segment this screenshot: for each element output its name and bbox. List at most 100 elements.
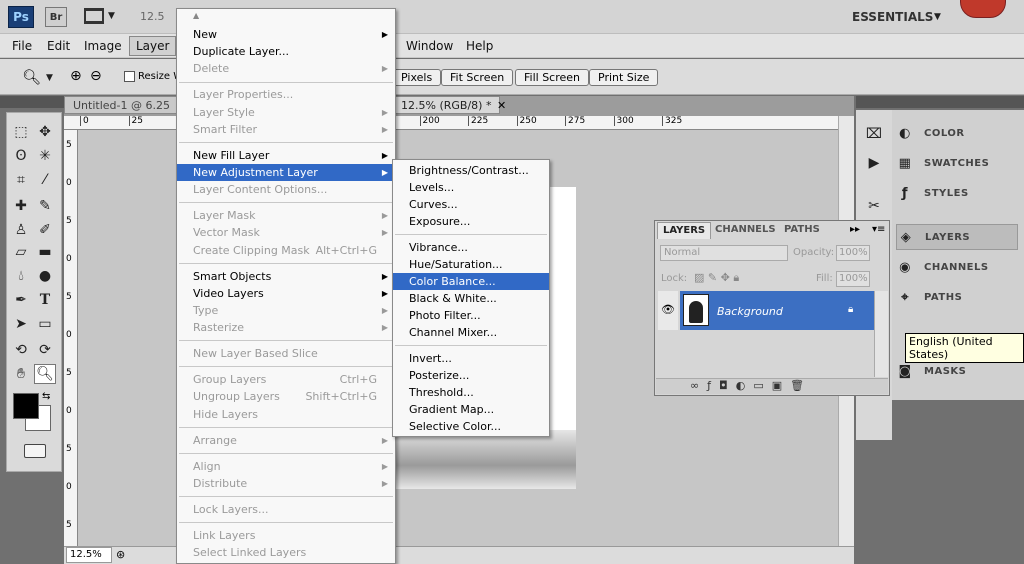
fill-screen-button[interactable]: Fill Screen <box>515 69 590 86</box>
scroll-up-icon[interactable]: ▲ <box>193 11 199 20</box>
fit-screen-button[interactable]: Fit Screen <box>441 69 514 86</box>
path-selection-icon[interactable]: ➤ <box>10 314 32 334</box>
tab-channels[interactable]: CHANNELS <box>710 222 781 239</box>
layer-thumbnail <box>683 294 709 326</box>
menu-item-label: Duplicate Layer... <box>193 45 290 59</box>
gradient-tool-icon[interactable]: ▬ <box>34 242 56 262</box>
layer-menu-item-video-layers[interactable]: Video Layers ▶ <box>177 285 395 302</box>
layer-menu-item-new[interactable]: New ▶ <box>177 26 395 43</box>
fill-field[interactable]: 100% <box>836 271 870 287</box>
blend-mode-select[interactable]: Normal <box>660 245 788 261</box>
quick-mask-button[interactable] <box>24 444 46 458</box>
adjust-menu-item-exposure[interactable]: Exposure... <box>393 213 549 230</box>
zoom-field[interactable]: 12.5% <box>66 547 112 563</box>
3d-rotate-icon[interactable]: ⟲ <box>10 340 32 360</box>
panel-paths[interactable]: ⌖ PATHS <box>896 284 1018 310</box>
adjust-menu-item-photo-filter[interactable]: Photo Filter... <box>393 307 549 324</box>
adjust-menu-item-posterize[interactable]: Posterize... <box>393 367 549 384</box>
panel-color[interactable]: ◐ COLOR <box>896 120 1018 146</box>
layer-menu-item-new-fill-layer[interactable]: New Fill Layer ▶ <box>177 147 395 164</box>
adjust-menu-item-curves[interactable]: Curves... <box>393 196 549 213</box>
foreground-color-swatch[interactable] <box>13 393 39 419</box>
menu-window[interactable]: Window <box>406 39 453 53</box>
zoom-in-icon[interactable]: ⊕ <box>70 68 82 84</box>
lock-icons[interactable]: ▨ ✎ ✥ 🔒︎ <box>694 271 739 285</box>
zoom-tool-icon[interactable]: 🔍︎ <box>34 364 56 384</box>
view-extras-icon[interactable] <box>84 8 104 24</box>
menu-edit[interactable]: Edit <box>47 39 70 53</box>
history-icon[interactable]: ⌧ <box>863 124 885 144</box>
adjust-menu-item-invert[interactable]: Invert... <box>393 350 549 367</box>
adjust-menu-item-threshold[interactable]: Threshold... <box>393 384 549 401</box>
actual-pixels-button[interactable]: Pixels <box>392 69 442 86</box>
dodge-tool-icon[interactable]: ● <box>34 266 56 286</box>
pen-tool-icon[interactable]: ✒ <box>10 290 32 310</box>
layer-actions-icons[interactable]: ∞ƒ◘◐▭▣🗑︎ <box>690 379 812 392</box>
adjust-menu-item-levels[interactable]: Levels... <box>393 179 549 196</box>
eye-icon[interactable]: 👁︎ <box>661 303 675 316</box>
blur-tool-icon[interactable]: 💧︎ <box>10 266 32 286</box>
adjust-menu-item-black-white[interactable]: Black & White... <box>393 290 549 307</box>
lasso-tool-icon[interactable]: ʘ <box>10 146 32 166</box>
layer-menu-item-new-adjustment-layer[interactable]: New Adjustment Layer ▶ <box>177 164 395 181</box>
tab-untitled-1[interactable]: Untitled-1 @ 6.25 <box>64 96 179 114</box>
adjust-menu-item-channel-mixer[interactable]: Channel Mixer... <box>393 324 549 341</box>
3d-orbit-icon[interactable]: ⟳ <box>34 340 56 360</box>
status-menu-icon[interactable]: ⊛ <box>116 548 125 561</box>
clone-stamp-icon[interactable]: ♙ <box>10 220 32 240</box>
zoom-level[interactable]: 12.5 <box>140 10 165 23</box>
chevron-down-icon[interactable]: ▼ <box>46 73 53 83</box>
bridge-button[interactable]: Br <box>45 7 67 27</box>
collapse-icon[interactable]: ▸▸ <box>850 224 860 235</box>
layer-menu-item-smart-objects[interactable]: Smart Objects ▶ <box>177 268 395 285</box>
resize-windows-checkbox[interactable] <box>124 71 135 82</box>
workspace-switcher[interactable]: ESSENTIALS <box>852 10 933 24</box>
print-size-button[interactable]: Print Size <box>589 69 659 86</box>
layers-scrollbar[interactable] <box>874 291 888 377</box>
tab-paths[interactable]: PATHS <box>779 222 825 239</box>
adjust-menu-item-hue-saturation[interactable]: Hue/Saturation... <box>393 256 549 273</box>
submenu-arrow-icon: ▶ <box>381 478 388 488</box>
layer-name[interactable]: Background <box>717 305 783 318</box>
healing-brush-icon[interactable]: ✚ <box>10 196 32 216</box>
menu-separator <box>395 234 547 235</box>
opacity-field[interactable]: 100% <box>836 245 870 261</box>
marquee-tool-icon[interactable]: ⬚ <box>10 122 32 142</box>
adjust-menu-item-vibrance[interactable]: Vibrance... <box>393 239 549 256</box>
tools-preset-icon[interactable]: ✂ <box>863 196 885 216</box>
close-tab-icon[interactable]: ✕ <box>497 99 506 112</box>
history-brush-icon[interactable]: ✐ <box>34 220 56 240</box>
tab-layers[interactable]: LAYERS <box>657 222 712 239</box>
type-tool-icon[interactable]: T <box>34 290 56 310</box>
eraser-tool-icon[interactable]: ▱ <box>10 242 32 262</box>
panel-styles[interactable]: ƒ STYLES <box>896 180 1018 206</box>
zoom-out-icon[interactable]: ⊖ <box>90 68 102 84</box>
shape-tool-icon[interactable]: ▭ <box>34 314 56 334</box>
panel-menu-icon[interactable]: ▾≡ <box>872 224 885 235</box>
menu-help[interactable]: Help <box>466 39 493 53</box>
adjust-menu-item-color-balance[interactable]: Color Balance... <box>393 273 549 290</box>
chevron-down-icon[interactable]: ▼ <box>934 12 941 22</box>
zoom-tool-icon[interactable]: 🔍︎ <box>22 68 41 86</box>
menu-item-label: New Fill Layer <box>193 148 270 162</box>
move-tool-icon[interactable]: ✥ <box>34 122 56 142</box>
menu-layer[interactable]: Layer <box>129 36 177 56</box>
crop-tool-icon[interactable]: ⌗ <box>10 170 32 190</box>
chevron-down-icon[interactable]: ▼ <box>108 11 115 21</box>
brush-tool-icon[interactable]: ✎ <box>34 196 56 216</box>
adjust-menu-item-brightness-contrast[interactable]: Brightness/Contrast... <box>393 162 549 179</box>
panel-layers[interactable]: ◈ LAYERS <box>896 224 1018 250</box>
panel-swatches[interactable]: ▦ SWATCHES <box>896 150 1018 176</box>
adjust-menu-item-selective-color[interactable]: Selective Color... <box>393 418 549 435</box>
magic-wand-icon[interactable]: ✳ <box>34 146 56 166</box>
layer-menu-item-duplicate-layer[interactable]: Duplicate Layer... <box>177 43 395 60</box>
menu-file[interactable]: File <box>12 39 32 53</box>
actions-icon[interactable]: ▶ <box>863 153 885 173</box>
swap-colors-icon[interactable]: ⇆ <box>42 391 50 402</box>
eyedropper-icon[interactable]: ⁄ <box>34 170 56 190</box>
panel-channels[interactable]: ◉ CHANNELS <box>896 254 1018 280</box>
adjust-menu-item-gradient-map[interactable]: Gradient Map... <box>393 401 549 418</box>
hand-tool-icon[interactable]: ✋︎ <box>10 364 32 384</box>
tab-active-document[interactable]: 12.5% (RGB/8) * <box>392 96 501 114</box>
menu-image[interactable]: Image <box>84 39 122 53</box>
